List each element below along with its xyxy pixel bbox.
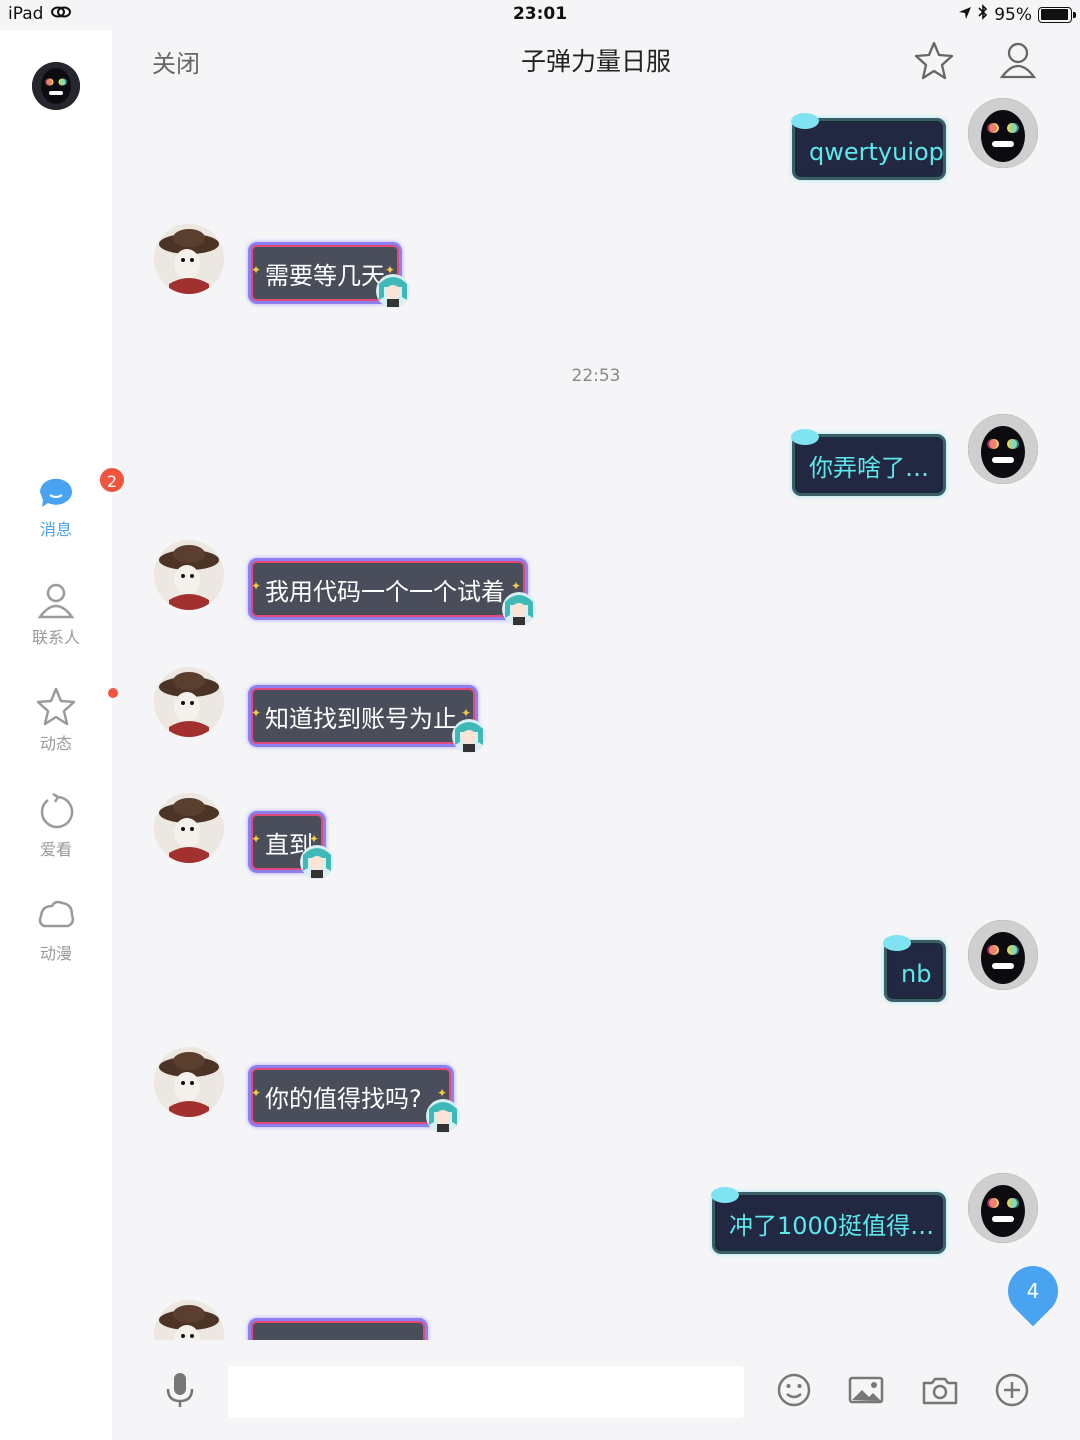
chat-bubble-icon: 2 xyxy=(36,466,126,512)
bubble-mascot-icon xyxy=(424,1097,462,1135)
person-icon xyxy=(36,580,76,620)
contact-avatar[interactable] xyxy=(154,540,224,610)
contact-avatar[interactable] xyxy=(154,1300,224,1340)
sidebar-item-watch[interactable]: 爱看 xyxy=(0,792,112,860)
bluetooth-icon xyxy=(978,4,988,25)
microphone-icon xyxy=(166,1373,194,1407)
message-text: 需要等几天 xyxy=(265,262,385,290)
star-icon xyxy=(36,686,118,726)
my-avatar[interactable] xyxy=(968,414,1038,484)
unread-count: 4 xyxy=(1026,1279,1040,1303)
message-bubble-theirs[interactable]: ✦ 知道找到账号为止 ✦ xyxy=(248,685,478,747)
plus-circle-icon xyxy=(995,1373,1029,1407)
message-text: 冲了1000挺值得… xyxy=(729,1212,935,1240)
message-text: 你的值得找吗? xyxy=(265,1085,422,1113)
smiley-icon xyxy=(777,1373,811,1407)
location-icon xyxy=(958,5,972,25)
more-button[interactable] xyxy=(992,1370,1032,1410)
image-icon xyxy=(848,1376,884,1404)
bubble-mascot-icon xyxy=(500,590,538,628)
message-bubble-mine[interactable]: qwertyuiop xyxy=(791,113,946,180)
my-avatar[interactable] xyxy=(32,62,80,110)
message-text: 知道找到账号为止 xyxy=(265,705,457,733)
message-bubble-mine[interactable]: 你弄啥了… xyxy=(791,429,946,496)
my-avatar[interactable] xyxy=(968,1173,1038,1243)
sidebar-item-messages[interactable]: 2 消息 xyxy=(0,466,126,540)
message-bubble-mine[interactable]: 冲了1000挺值得… xyxy=(711,1187,946,1254)
contact-avatar[interactable] xyxy=(154,793,224,863)
emoji-button[interactable] xyxy=(774,1370,814,1410)
refresh-icon xyxy=(36,792,76,832)
sidebar-item-feed[interactable]: 动态 xyxy=(0,686,118,754)
sidebar-item-anime[interactable]: 动漫 xyxy=(0,896,112,964)
message-text: 你弄啥了… xyxy=(809,454,929,482)
sidebar-item-contacts[interactable]: 联系人 xyxy=(0,580,112,648)
voice-button[interactable] xyxy=(160,1370,200,1410)
favorite-button[interactable] xyxy=(914,40,954,80)
clock: 23:01 xyxy=(512,4,568,24)
sidebar: 2 消息 联系人 动态 爱看 动漫 xyxy=(0,30,126,1440)
close-button[interactable]: 关闭 xyxy=(152,44,200,79)
sidebar-item-label: 联系人 xyxy=(31,628,80,647)
input-bar xyxy=(112,1340,1080,1440)
my-avatar[interactable] xyxy=(968,98,1038,168)
bubble-mascot-icon xyxy=(450,717,488,755)
my-avatar[interactable] xyxy=(968,920,1038,990)
unread-count-button[interactable]: 4 xyxy=(997,1255,1069,1327)
message-bubble-mine[interactable]: nb xyxy=(883,935,946,1002)
message-bubble-theirs[interactable]: ✦✦ xyxy=(248,1318,428,1340)
cloud-icon xyxy=(36,896,76,936)
sidebar-item-label: 爱看 xyxy=(39,840,72,859)
message-input[interactable] xyxy=(228,1366,744,1418)
chat-area[interactable]: qwertyuiop ✦ 需要等几天 ✦ 22:53 你弄啥了… ✦ 我用代码一个一个… xyxy=(112,90,1080,1340)
contact-avatar[interactable] xyxy=(154,667,224,737)
profile-button[interactable] xyxy=(998,40,1038,80)
battery-icon xyxy=(1038,6,1076,23)
sidebar-item-label: 动漫 xyxy=(39,944,72,963)
person-icon xyxy=(999,42,1037,79)
battery-percent: 95% xyxy=(994,4,1032,25)
message-text: qwertyuiop xyxy=(809,138,944,166)
message-text: 我用代码一个一个试着 xyxy=(265,578,505,606)
star-icon xyxy=(914,41,954,80)
contact-avatar[interactable] xyxy=(154,224,224,294)
message-text: nb xyxy=(901,960,932,988)
status-bar: iPad 23:01 95% xyxy=(0,0,1080,30)
sidebar-item-label: 消息 xyxy=(39,520,72,539)
sidebar-item-label: 动态 xyxy=(39,734,72,753)
camera-button[interactable] xyxy=(920,1370,960,1410)
timestamp: 22:53 xyxy=(571,366,621,386)
bubble-mascot-icon xyxy=(298,843,336,881)
message-bubble-theirs[interactable]: ✦ 我用代码一个一个试着 ✦ xyxy=(248,558,528,620)
image-button[interactable] xyxy=(846,1370,886,1410)
chat-header: 关闭 子弹力量日服 xyxy=(112,30,1080,90)
camera-icon xyxy=(922,1377,958,1405)
bubble-mascot-icon xyxy=(374,272,412,310)
contact-avatar[interactable] xyxy=(154,1047,224,1117)
status-right: 95% xyxy=(958,4,1076,25)
